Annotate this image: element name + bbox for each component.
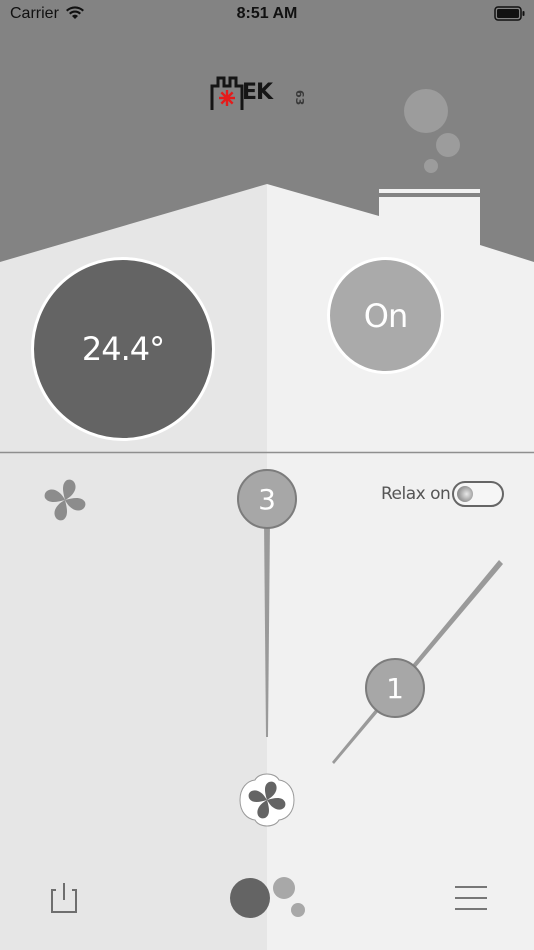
flame-icon: [219, 90, 235, 106]
logo-mark-icon: [210, 76, 244, 110]
relax-toggle-thumb[interactable]: [457, 486, 473, 502]
battery-icon: [494, 6, 525, 21]
power-level-value: 1: [386, 671, 404, 705]
brand-logo: EK 63: [210, 74, 324, 114]
temperature-display[interactable]: 24.4°: [31, 257, 215, 441]
clock: 8:51 AM: [236, 5, 298, 22]
logo-number: 63: [293, 90, 306, 106]
relax-toggle[interactable]: [452, 481, 504, 507]
power-state-button[interactable]: On: [327, 257, 444, 374]
power-state-label: On: [363, 296, 408, 335]
power-level-knob[interactable]: 1: [365, 658, 425, 718]
temperature-value: 24.4°: [81, 330, 165, 368]
logo-text: EK: [242, 80, 273, 105]
chimney-cap: [379, 189, 480, 193]
fan-speed-value: 3: [258, 482, 276, 516]
fan-speed-knob[interactable]: 3: [237, 469, 297, 529]
relax-label: Relax on: [381, 484, 451, 504]
status-bar: Carrier 8:51 AM: [0, 0, 534, 28]
app-screen: Carrier 8:51 AM EK 63 24.4° On 3 1 Relax…: [0, 0, 534, 950]
